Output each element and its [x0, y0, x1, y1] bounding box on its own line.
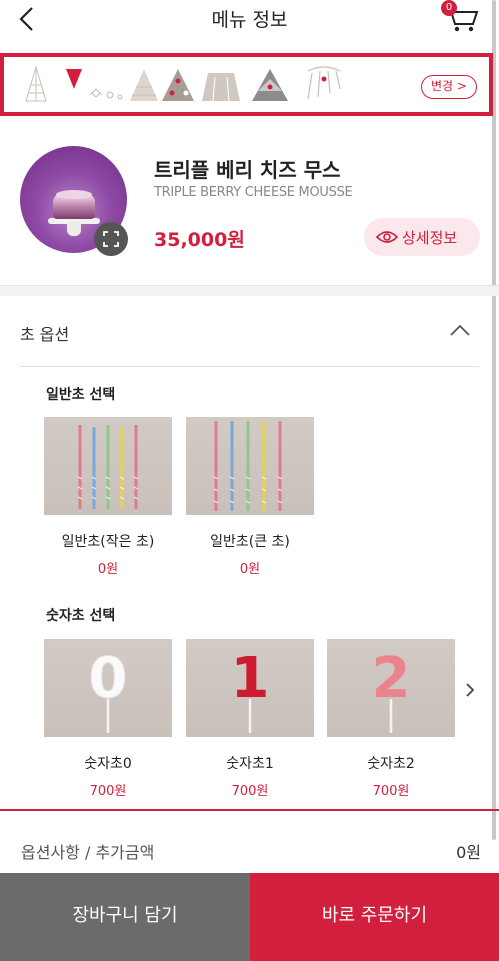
candle-option-price: 0원: [97, 562, 119, 577]
product-name: 트리플 베리 치즈 무스: [154, 158, 341, 182]
christmas-decor-image: [25, 65, 341, 102]
candle-digit: 1: [231, 646, 270, 711]
order-now-button[interactable]: 바로 주문하기: [250, 873, 499, 961]
scrollbar[interactable]: [492, 0, 496, 840]
expand-icon: [103, 231, 119, 247]
candle-option-price: 0원: [239, 562, 261, 577]
add-to-cart-button[interactable]: 장바구니 담기: [0, 873, 250, 961]
candle-option-header[interactable]: 초 옵션: [0, 297, 499, 367]
detail-info-label: 상세정보: [402, 229, 458, 247]
candle-option-name: 숫자초1: [226, 756, 274, 772]
small-candles-image: [77, 425, 139, 509]
summary-value: 0원: [456, 843, 481, 862]
number-candle-2-card[interactable]: 2 숫자초2 700원: [327, 639, 455, 799]
cake-top-shape: [56, 190, 92, 199]
regular-candle-small-card[interactable]: 일반초(작은 초) 0원: [44, 417, 172, 577]
number-candle-0-card[interactable]: 0 숫자초0 700원: [44, 639, 172, 799]
chevron-up-icon[interactable]: [449, 323, 471, 337]
regular-candle-large-card[interactable]: 일반초(큰 초) 0원: [186, 417, 314, 577]
candle-option-name: 숫자초2: [367, 756, 415, 772]
regular-candle-large-image: [186, 417, 314, 515]
candle-option-price: 700원: [231, 784, 269, 799]
product-summary: 트리플 베리 치즈 무스 TRIPLE BERRY CHEESE MOUSSE …: [0, 130, 499, 285]
candle-option-price: 700원: [89, 784, 127, 799]
large-candles-image: [213, 421, 283, 511]
chevron-right-icon[interactable]: [462, 678, 478, 702]
option-section-title: 초 옵션: [20, 325, 70, 344]
summary-divider: [0, 809, 499, 811]
candle-option-price: 700원: [372, 784, 410, 799]
candle-option-name: 일반초(큰 초): [210, 534, 290, 550]
candle-option-name: 일반초(작은 초): [61, 534, 155, 550]
detail-info-button[interactable]: 상세정보: [364, 218, 480, 256]
product-name-english: TRIPLE BERRY CHEESE MOUSSE: [154, 185, 353, 200]
summary-label: 옵션사항 / 추가금액: [21, 843, 155, 862]
page-title: 메뉴 정보: [211, 9, 288, 31]
number-candle-0-image: 0: [44, 639, 172, 737]
section-divider: [0, 285, 499, 296]
cart-count-badge: 0: [441, 0, 457, 16]
regular-candle-group-title: 일반초 선택: [46, 387, 116, 403]
eye-icon: [376, 231, 398, 243]
number-candle-image: 0: [88, 646, 128, 733]
regular-candle-small-image: [44, 417, 172, 515]
zoom-image-button[interactable]: [94, 222, 128, 256]
candle-digit: 2: [372, 646, 411, 711]
top-header: 메뉴 정보 0: [0, 0, 499, 40]
product-price: 35,000원: [154, 229, 245, 251]
option-divider: [20, 366, 479, 367]
number-candle-1-card[interactable]: 1 숫자초1 700원: [186, 639, 314, 799]
number-candle-1-image: 1: [186, 639, 314, 737]
candle-digit: 0: [89, 646, 128, 711]
cake-stand-shape: [67, 222, 81, 236]
number-candle-image: 1: [231, 646, 270, 733]
banner-change-button[interactable]: 변경 >: [421, 75, 477, 99]
number-candle-group-title: 숫자초 선택: [46, 608, 116, 624]
candle-option-name: 숫자초0: [84, 756, 132, 772]
event-banner[interactable]: 변경 >: [0, 53, 493, 116]
number-candle-2-image: 2: [327, 639, 455, 737]
number-candle-image: 2: [372, 646, 411, 733]
